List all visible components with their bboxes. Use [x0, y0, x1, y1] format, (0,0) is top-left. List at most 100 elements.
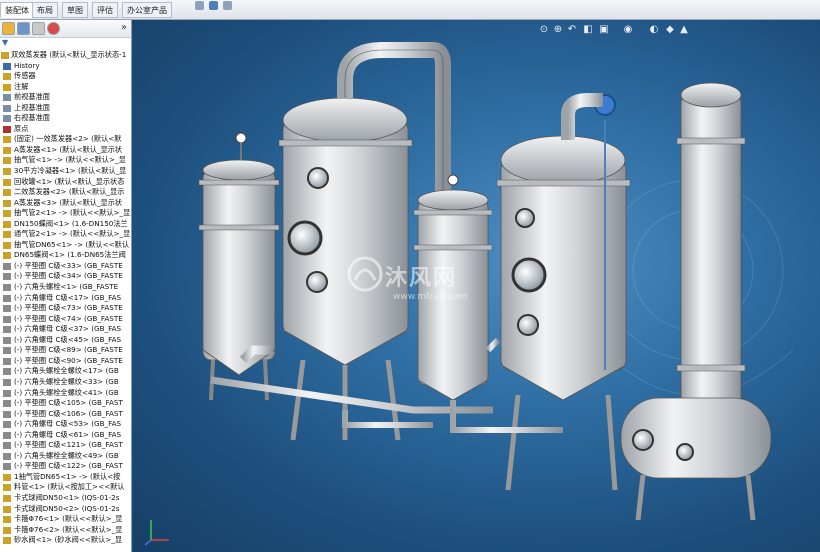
tree-item-label: 通气管2<1> -> (默认<<默认>_显: [14, 229, 131, 239]
tree-item[interactable]: (-) 平垫圈 C级<121> (GB_FAST: [0, 440, 131, 451]
view-small-icon-2[interactable]: [209, 1, 218, 10]
tree-item[interactable]: (-) 平垫圈 C级<74> (GB_FASTE: [0, 314, 131, 325]
tree-item[interactable]: 右视基准面: [0, 113, 131, 124]
panel-toolbar: »: [0, 20, 131, 38]
tree-item-label: (-) 平垫圈 C级<122> (GB_FAST: [14, 461, 123, 471]
tab-layout[interactable]: 布局: [32, 2, 58, 18]
part-icon: [3, 157, 11, 165]
history-icon: [3, 62, 11, 70]
tree-item[interactable]: (-) 六角头螺栓全螺纹<17> (GB: [0, 366, 131, 377]
part-icon: [3, 210, 11, 218]
view-small-icon-3[interactable]: [223, 1, 232, 10]
tree-item[interactable]: 抽气管2<1> -> (默认<<默认>_显: [0, 208, 131, 219]
tree-item[interactable]: (-) 六角螺母 C级<17> (GB_FAS: [0, 293, 131, 304]
expand-chevron-icon[interactable]: »: [121, 22, 127, 33]
tree-item-label: (-) 六角头螺栓全螺纹<41> (GB: [14, 387, 119, 397]
tree-item[interactable]: 通气管2<1> -> (默认<<默认>_显: [0, 229, 131, 240]
tree-item-label: 抽气管2<1> -> (默认<<默认>_显: [14, 208, 131, 218]
fastener-icon: [3, 262, 11, 270]
tree-item[interactable]: (-) 六角螺母 C级<45> (GB_FAS: [0, 335, 131, 346]
tree-item[interactable]: 抽气管DN65<1> -> (默认<<默认: [0, 240, 131, 251]
tree-item[interactable]: 卡箍Φ76<1> (默认<<默认>_显: [0, 514, 131, 525]
tree-item[interactable]: 二效蒸发器<2> (默认<默认_显示: [0, 187, 131, 198]
tree-item-label: DN150蝶阀<1> (1.6-DN150法兰: [14, 218, 128, 228]
tree-item[interactable]: DN65蝶阀<1> (1.6-DN65法兰阀: [0, 250, 131, 261]
tree-item-label: 卡箍Φ76<1> (默认<<默认>_显: [14, 514, 123, 524]
tree-item[interactable]: 前视基准面: [0, 92, 131, 103]
tree-item-label: 卡式球阀DN50<1> (IQS-01-2s: [14, 492, 120, 502]
fastener-icon: [3, 336, 11, 344]
fastener-icon: [3, 368, 11, 376]
view-small-icon[interactable]: [195, 1, 204, 10]
tab-evaluate[interactable]: 评估: [92, 2, 118, 18]
tree-item-label: 前视基准面: [14, 92, 50, 102]
tree-item[interactable]: 抽气管<1> -> (默认<<默认>_显: [0, 155, 131, 166]
part-icon: [3, 220, 11, 228]
tree-item[interactable]: (-) 六角头螺栓全螺纹<49> (GB: [0, 451, 131, 462]
tree-item[interactable]: 注解: [0, 82, 131, 93]
filter-icon[interactable]: ▼: [2, 38, 8, 47]
fastener-icon: [3, 431, 11, 439]
tree-item[interactable]: 料管<1> (默认<按加工><<默认: [0, 482, 131, 493]
tree-item-label: (-) 平垫圈 C级<73> (GB_FASTE: [14, 303, 123, 313]
tree-item[interactable]: (-) 六角头螺栓<1> (GB_FASTE: [0, 282, 131, 293]
tree-item-label: (固定) 一效蒸发器<2> (默认<默: [14, 134, 122, 144]
tree-item[interactable]: (-) 六角螺母 C级<37> (GB_FAS: [0, 324, 131, 335]
part-icon: [3, 252, 11, 260]
tree-item[interactable]: (-) 平垫圈 C级<106> (GB_FAST: [0, 408, 131, 420]
tree-item[interactable]: (-) 六角头螺栓全螺纹<41> (GB: [0, 387, 131, 399]
tree-item[interactable]: 原点: [0, 124, 131, 135]
tree-item-label: 1抽气管DN65<1> -> (默认<按: [14, 471, 121, 481]
tree-item[interactable]: 回收罐<1> (默认<默认_显示状态: [0, 177, 131, 188]
tree-item[interactable]: (-) 平垫圈 C级<34> (GB_FASTE: [0, 271, 131, 282]
column-left: [198, 132, 280, 401]
tree-item[interactable]: History: [0, 61, 131, 72]
tree-item[interactable]: (-) 平垫圈 C级<105> (GB_FAST: [0, 398, 131, 409]
tree-item[interactable]: 卡式球阀DN50<1> (IQS-01-2s: [0, 492, 131, 504]
feature-tree-icon[interactable]: [2, 22, 15, 35]
tree-item-label: (-) 平垫圈 C级<121> (GB_FAST: [14, 440, 123, 450]
part-icon: [3, 241, 11, 249]
feature-tree: 双效蒸发器 (默认<默认_显示状态-1 History 传感器 注解 前视基准面 上视基…: [0, 50, 131, 546]
tree-item[interactable]: (-) 平垫圈 C级<122> (GB_FAST: [0, 461, 131, 472]
tree-item[interactable]: 1抽气管DN65<1> -> (默认<按: [0, 471, 131, 483]
tab-office-products[interactable]: 办公室产品: [122, 2, 172, 18]
tab-sketch[interactable]: 草图: [62, 2, 88, 18]
tree-item[interactable]: 卡式球阀DN50<2> (IQS-01-2s: [0, 504, 131, 515]
tree-item[interactable]: (-) 六角螺母 C级<61> (GB_FAS: [0, 430, 131, 441]
tab-assembly[interactable]: 装配体: [0, 2, 34, 18]
origin-icon: [3, 125, 11, 133]
tree-item-label: 砂水阀<1> (砂水阀<<默认>_显: [14, 535, 123, 545]
configuration-manager-icon[interactable]: [32, 22, 45, 35]
part-icon: [3, 178, 11, 186]
watermark-logo-icon: [347, 256, 383, 292]
tree-item[interactable]: A蒸发器<1> (默认<默认_显示状: [0, 144, 131, 156]
tree-item[interactable]: 卡箍Φ76<2> (默认<<默认>_显: [0, 525, 131, 536]
tree-item[interactable]: 传感器: [0, 71, 131, 82]
tree-item[interactable]: 上视基准面: [0, 102, 131, 114]
tree-item[interactable]: (-) 平垫圈 C级<33> (GB_FASTE: [0, 261, 131, 272]
receiver-tank: [620, 397, 772, 521]
tree-item[interactable]: (固定) 一效蒸发器<2> (默认<默: [0, 134, 131, 145]
fastener-icon: [3, 305, 11, 313]
tree-filter[interactable]: ▼: [0, 38, 131, 48]
tree-item[interactable]: (-) 平垫圈 C级<73> (GB_FASTE: [0, 303, 131, 314]
tree-item-label: A蒸发器<1> (默认<默认_显示状: [14, 144, 123, 154]
tree-item[interactable]: (-) 平垫圈 C级<89> (GB_FASTE: [0, 345, 131, 356]
property-manager-icon[interactable]: [17, 22, 30, 35]
display-manager-icon[interactable]: [47, 22, 60, 35]
tree-item[interactable]: (-) 六角头螺栓全螺纹<33> (GB: [0, 377, 131, 388]
part-icon: [3, 484, 11, 492]
tree-item[interactable]: 砂水阀<1> (砂水阀<<默认>_显: [0, 535, 131, 546]
graphics-area[interactable]: ⊙ ⊕ ↶ ◧ ▣ ◉ ◐ ◆ ▲ 沐风网 www.mfcad.com: [133, 20, 820, 552]
plane-icon: [3, 104, 11, 112]
part-icon: [3, 231, 11, 239]
tree-item[interactable]: A蒸发器<3> (默认<默认_显示状: [0, 198, 131, 209]
tree-item-label: (-) 平垫圈 C级<106> (GB_FAST: [14, 408, 123, 418]
tree-item[interactable]: (-) 六角螺母 C级<53> (GB_FAS: [0, 419, 131, 430]
tree-item-label: 上视基准面: [14, 102, 50, 112]
tree-item[interactable]: DN150蝶阀<1> (1.6-DN150法兰: [0, 218, 131, 230]
tree-root[interactable]: 双效蒸发器 (默认<默认_显示状态-1: [0, 50, 131, 61]
tree-item[interactable]: (-) 平垫圈 C级<90> (GB_FASTE: [0, 356, 131, 367]
tree-item[interactable]: 30平方冷凝器<1> (默认<默认_显: [0, 166, 131, 177]
